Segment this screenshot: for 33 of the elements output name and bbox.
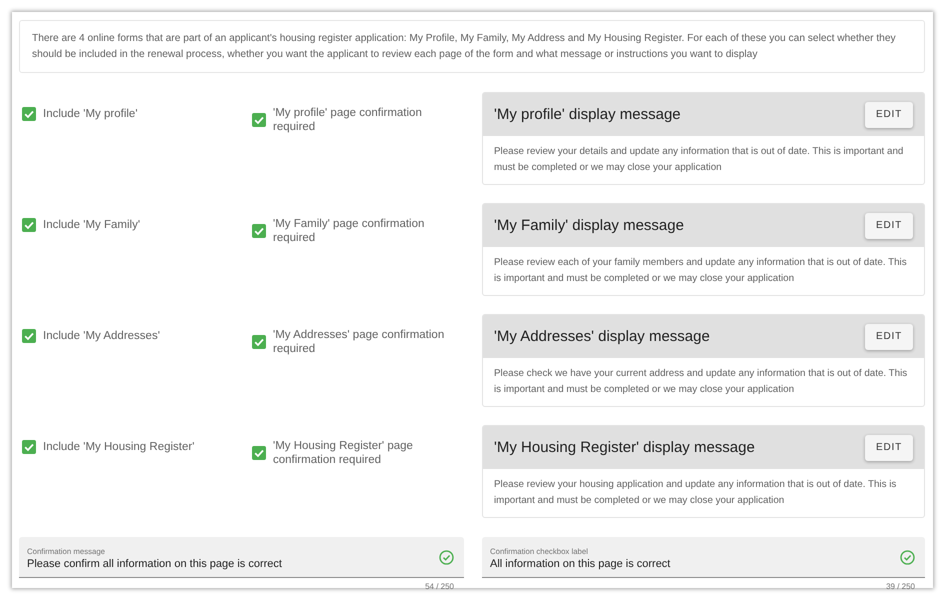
character-counter: 39 / 250 [886, 582, 915, 591]
checkbox-icon[interactable] [22, 329, 36, 343]
checkbox-icon[interactable] [22, 107, 36, 121]
include-checkbox[interactable]: Include 'My Housing Register' [22, 440, 194, 454]
edit-button[interactable]: EDIT [865, 212, 913, 238]
checkbox-icon[interactable] [22, 218, 36, 232]
intro-text: There are 4 online forms that are part of an applicant's housing register application: My Profile, My Family, My Address and My Housing Register. For each of these you can select whether they should be included in the renewal process, whether you want the applicant to review each page of the form and what message or instructions you want to display [19, 20, 925, 73]
card-title: 'My Family' display message [494, 217, 684, 234]
checkbox-icon[interactable] [252, 113, 266, 127]
edit-button[interactable]: EDIT [865, 434, 913, 460]
confirmation-checkbox[interactable]: 'My Housing Register' page confirmation required [252, 439, 453, 467]
card-title: 'My Addresses' display message [494, 328, 710, 345]
checkbox-icon[interactable] [252, 446, 266, 460]
confirmation-checkbox[interactable]: 'My profile' page confirmation required [252, 106, 453, 134]
checkbox-icon[interactable] [252, 224, 266, 238]
field-value: Please confirm all information on this page is correct [27, 556, 282, 570]
include-checkbox[interactable]: Include 'My Addresses' [22, 329, 160, 343]
card-title: 'My profile' display message [494, 106, 681, 123]
display-message: Please review your details and update any information that is out of date. This is important and must be completed or we may close your application [493, 145, 904, 175]
display-message: Please check we have your current address and update any information that is out of date. This is important and must be completed or we may close your application [493, 367, 908, 397]
confirmation-checkbox[interactable]: 'My Addresses' page confirmation required [252, 328, 453, 356]
include-checkbox[interactable]: Include 'My Family' [22, 218, 140, 232]
field-value: All information on this page is correct [490, 556, 670, 570]
edit-button[interactable]: EDIT [865, 324, 913, 350]
edit-button[interactable]: EDIT [865, 102, 913, 128]
display-message: Please review your housing application and update any information that is out of date. This is important and must be completed or we may close your application [493, 478, 898, 508]
character-counter: 54 / 250 [425, 582, 454, 591]
checkbox-icon[interactable] [22, 440, 36, 454]
checkbox-icon[interactable] [252, 335, 266, 349]
confirmation-checkbox[interactable]: 'My Family' page confirmation required [252, 217, 453, 245]
card-title: 'My Housing Register' display message [494, 439, 755, 456]
include-checkbox[interactable]: Include 'My profile' [22, 107, 138, 121]
display-message: Please review each of your family members and update any information that is out of date. This is important and must be completed or we may close your application [493, 256, 908, 286]
